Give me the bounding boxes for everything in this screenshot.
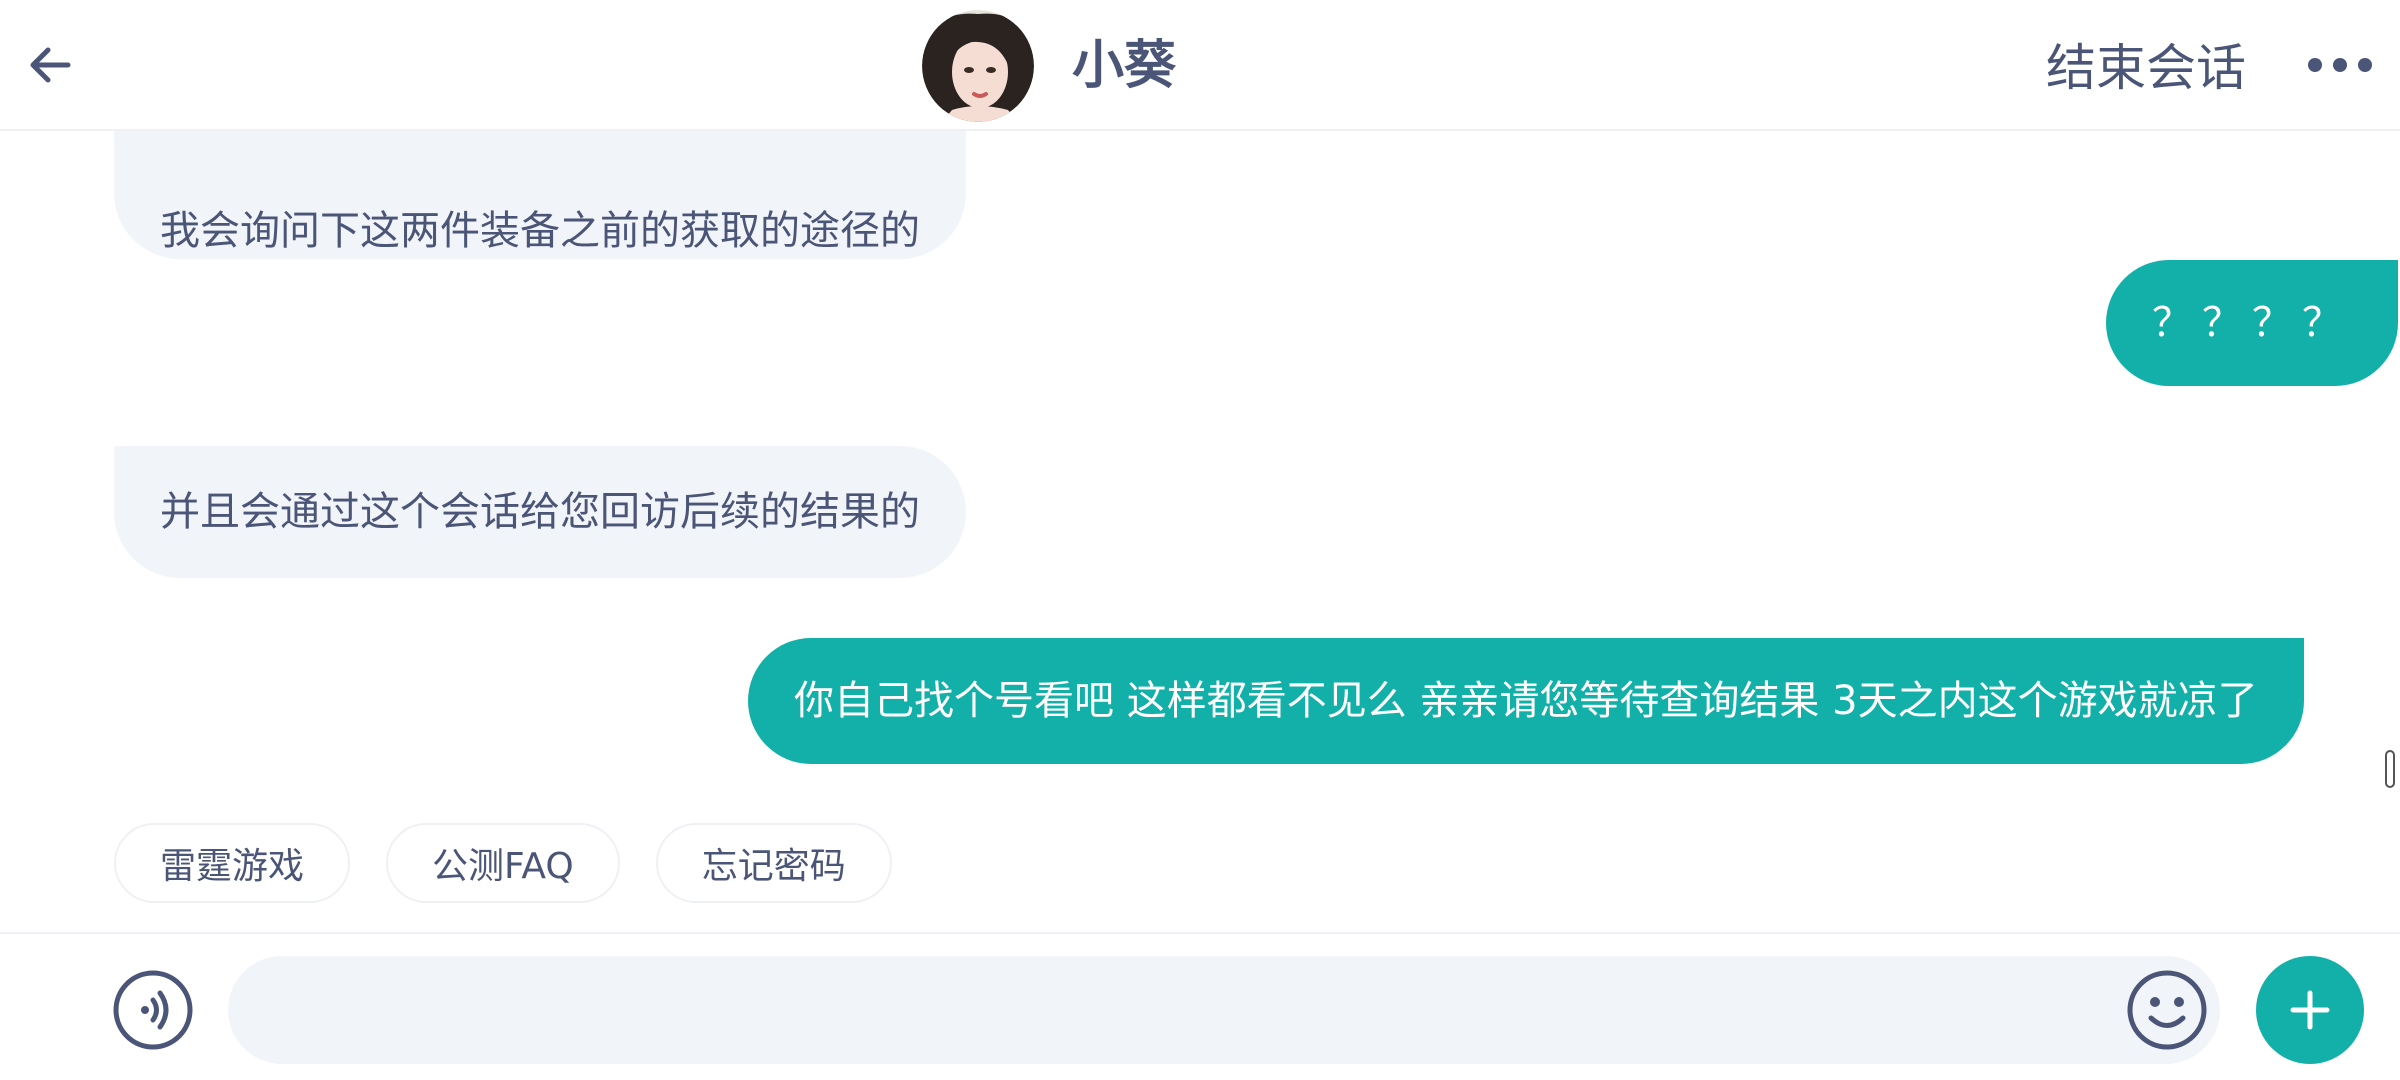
contact-name: 小葵 [1072,36,1177,96]
quick-reply-chip[interactable]: 忘记密码 [655,823,892,903]
message-input[interactable] [228,956,2220,1064]
voice-input-button[interactable] [112,969,194,1051]
end-chat-button[interactable]: 结束会话 [2046,36,2246,100]
more-dots-icon [2308,58,2372,72]
chat-header: 小葵 结束会话 [0,0,2400,131]
avatar-image [922,10,1034,122]
more-options-button[interactable] [2300,40,2380,90]
voice-icon [113,970,193,1050]
quick-reply-bar: 雷霆游戏 公测FAQ 忘记密码 [114,823,892,903]
quick-reply-chip[interactable]: 公测FAQ [386,823,620,903]
emoji-button[interactable] [2126,969,2208,1051]
message-bubble-outgoing: ？？？？ [2106,260,2398,386]
message-list[interactable]: 我会询问下这两件装备之前的获取的途径的 ？？？？ 并且会通过这个会话给您回访后续… [0,131,2400,931]
chat-screen: 小葵 结束会话 我会询问下这两件装备之前的获取的途径的 ？？？？ 并且会通过这个… [0,0,2400,1080]
message-bubble-incoming: 我会询问下这两件装备之前的获取的途径的 [114,131,966,259]
emoji-icon [2127,970,2207,1050]
message-bubble-outgoing: 你自己找个号看吧 这样都看不见么 亲亲请您等待查询结果 3天之内这个游戏就凉了 [748,638,2304,764]
attach-button[interactable] [2256,956,2364,1064]
message-bubble-incoming: 并且会通过这个会话给您回访后续的结果的 [114,446,966,578]
input-bar [0,932,2400,1080]
plus-icon [2290,990,2330,1030]
back-arrow-icon [30,47,71,83]
quick-reply-chip[interactable]: 雷霆游戏 [114,823,351,903]
scrollbar-thumb[interactable] [2385,750,2395,788]
contact-avatar[interactable] [922,10,1034,122]
back-button[interactable] [20,30,80,100]
